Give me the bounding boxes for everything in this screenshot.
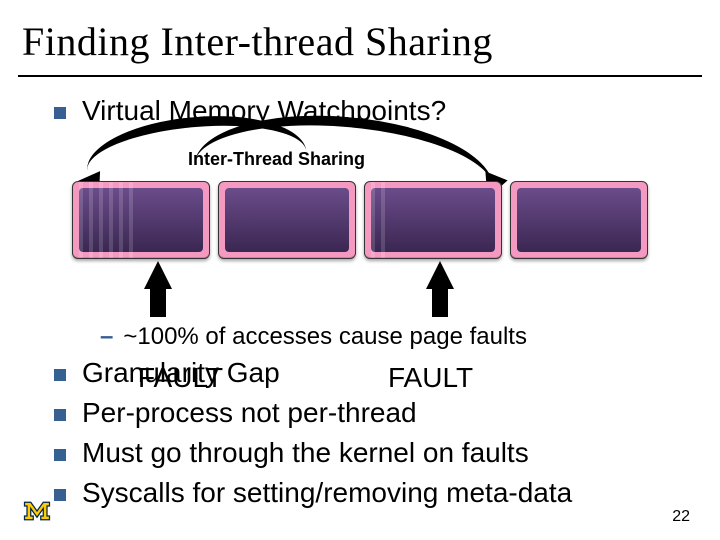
- fault-arrow-icon: [144, 261, 172, 289]
- memory-blocks: [72, 181, 648, 259]
- sub-bullet-item: – ~100% of accesses cause page faults: [0, 321, 720, 353]
- slide-body: Virtual Memory Watchpoints? Inter-Thread…: [0, 77, 720, 513]
- bullet-icon: [54, 369, 66, 381]
- sub-bullet-text: ~100% of accesses cause page faults: [123, 323, 527, 351]
- bullet-icon: [54, 489, 66, 501]
- bullet-text: Per-process not per-thread: [82, 397, 417, 429]
- fault-arrow-icon: [426, 261, 454, 289]
- bullet-text: Syscalls for setting/removing meta-data: [82, 477, 572, 509]
- page-stripe: [79, 182, 133, 258]
- sub-bullet-dash-icon: –: [100, 323, 113, 351]
- bullet-icon: [54, 107, 66, 119]
- page-inner: [371, 188, 495, 252]
- bullet-item: Syscalls for setting/removing meta-data: [0, 473, 720, 513]
- memory-page: [218, 181, 356, 259]
- memory-page: [364, 181, 502, 259]
- slide-number: 22: [672, 508, 690, 526]
- bullet-text: Must go through the kernel on faults: [82, 437, 529, 469]
- bullet-item: Per-process not per-thread: [0, 393, 720, 433]
- slide: Finding Inter-thread Sharing Virtual Mem…: [0, 0, 720, 540]
- page-inner: [517, 188, 641, 252]
- umich-logo-icon: [22, 496, 52, 526]
- page-stripe: [371, 182, 387, 258]
- fault-label: FAULT: [138, 362, 223, 394]
- bullet-item: Must go through the kernel on faults: [0, 433, 720, 473]
- page-inner: [225, 188, 349, 252]
- slide-title: Finding Inter-thread Sharing: [0, 0, 720, 71]
- bullet-icon: [54, 449, 66, 461]
- fault-label: FAULT: [388, 362, 473, 394]
- memory-page: [72, 181, 210, 259]
- memory-page: [510, 181, 648, 259]
- bullet-icon: [54, 409, 66, 421]
- bullet-item: Granularity Gap: [0, 353, 720, 393]
- memory-diagram: Inter-Thread Sharing: [48, 131, 672, 321]
